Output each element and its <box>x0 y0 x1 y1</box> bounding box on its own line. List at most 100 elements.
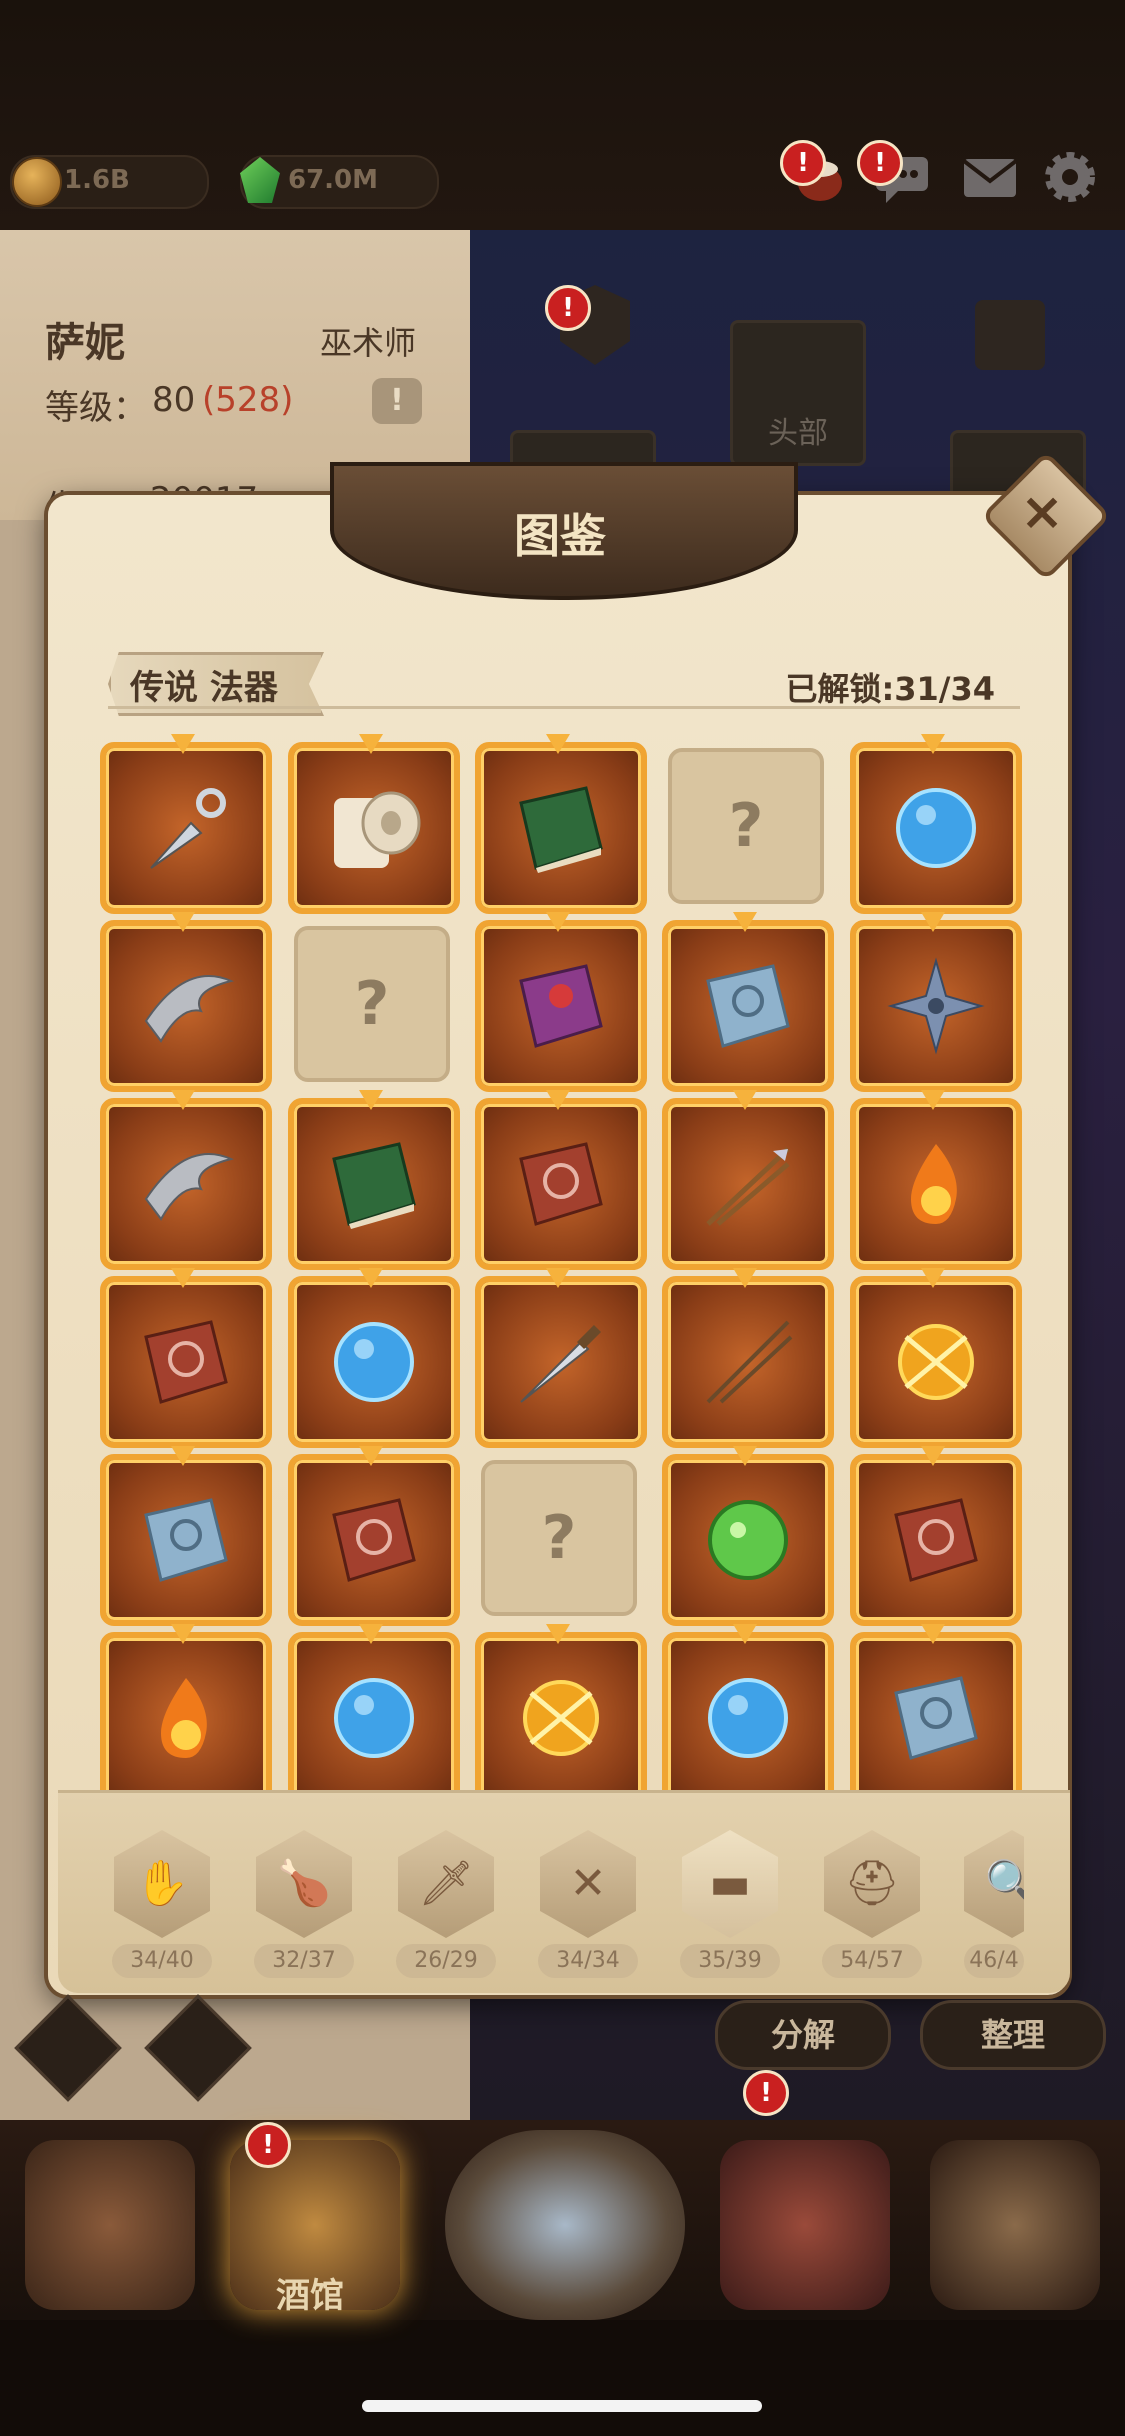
artifact-card[interactable] <box>850 742 1022 914</box>
ice-orb-icon <box>319 1307 429 1417</box>
heart-book-icon <box>506 951 616 1061</box>
tab-count: 32/37 <box>254 1944 354 1978</box>
artifact-card[interactable] <box>850 1276 1022 1448</box>
artifact-card[interactable] <box>662 1632 834 1790</box>
artifact-card[interactable] <box>100 1098 272 1270</box>
artifact-card[interactable] <box>475 742 647 914</box>
book-icon: ▬ <box>709 1858 751 1909</box>
category-tab[interactable]: ✋ 34/40 <box>112 1830 212 1978</box>
shuriken-icon <box>881 951 991 1061</box>
artifact-card[interactable] <box>100 1454 272 1626</box>
gold-amount: 1.6B <box>64 165 130 195</box>
gold-coin-icon <box>12 157 62 207</box>
close-icon[interactable]: × <box>1000 470 1084 554</box>
artifact-card[interactable] <box>288 1098 460 1270</box>
ice-orb-icon <box>693 1663 803 1773</box>
red-book-icon <box>131 1307 241 1417</box>
decompose-button[interactable]: 分解 <box>715 2000 891 2070</box>
locked-artifact-card[interactable]: ? <box>481 1460 637 1616</box>
nav-arena-icon[interactable] <box>720 2140 890 2310</box>
dagger-icon <box>506 1307 616 1417</box>
category-label: 传说 法器 <box>130 668 278 708</box>
shield-icon: ✕ <box>569 1858 607 1909</box>
chat-alert-badge: ! <box>857 140 903 186</box>
locked-artifact-card[interactable]: ? <box>668 748 824 904</box>
spears-icon <box>693 1307 803 1417</box>
organize-button[interactable]: 整理 <box>920 2000 1106 2070</box>
curved-blade-icon <box>131 1129 241 1239</box>
artifact-card[interactable] <box>850 1098 1022 1270</box>
artifact-card[interactable] <box>662 920 834 1092</box>
sword-icon: 🗡 <box>418 1858 474 1909</box>
locked-icon: ? <box>354 969 390 1039</box>
category-tab[interactable]: 🔍 46/4 <box>964 1830 1024 1978</box>
arrows-icon <box>693 1129 803 1239</box>
home-indicator <box>362 2400 762 2412</box>
artifact-card[interactable] <box>100 920 272 1092</box>
envelope-icon[interactable] <box>960 147 1020 207</box>
locked-icon: ? <box>541 1503 577 1573</box>
artifact-card[interactable] <box>288 1276 460 1448</box>
pot-alert-badge: ! <box>780 140 826 186</box>
unlock-progress: 已解锁:31/34 <box>785 670 995 708</box>
artifact-card[interactable] <box>850 920 1022 1092</box>
red-book-icon <box>319 1485 429 1595</box>
ice-orb-icon <box>881 773 991 883</box>
category-tab[interactable]: 🍗 32/37 <box>254 1830 354 1978</box>
character-name: 萨妮 <box>45 320 125 366</box>
artifact-card[interactable] <box>662 1454 834 1626</box>
artifact-card[interactable] <box>475 920 647 1092</box>
star-alert-badge: ! <box>545 285 591 331</box>
tavern-alert-badge: ! <box>245 2122 291 2168</box>
slime-icon <box>693 1485 803 1595</box>
level-extra: (528) <box>202 380 294 420</box>
tab-count: 46/4 <box>964 1944 1024 1978</box>
green-book-icon <box>319 1129 429 1239</box>
level-info-button[interactable]: ! <box>372 378 422 424</box>
nav-tavern-label: 酒馆 <box>276 2276 344 2316</box>
category-tab[interactable]: ⛑ 54/57 <box>822 1830 922 1978</box>
blue-book-icon <box>693 951 803 1061</box>
artifact-card[interactable] <box>475 1632 647 1790</box>
tab-count: 54/57 <box>822 1944 922 1978</box>
nav-town-icon[interactable] <box>25 2140 195 2310</box>
codex-title: 图鉴 <box>514 509 606 563</box>
club-icon: 🍗 <box>276 1858 332 1909</box>
artifact-card[interactable] <box>288 1632 460 1790</box>
artifact-card[interactable] <box>850 1632 1022 1790</box>
artifact-card[interactable] <box>100 742 272 914</box>
nav-adventure-icon[interactable] <box>445 2130 685 2320</box>
artifact-card[interactable] <box>475 1276 647 1448</box>
sun-orb-icon <box>881 1307 991 1417</box>
blue-book-icon <box>131 1485 241 1595</box>
locked-icon: ? <box>728 791 764 861</box>
artifact-card[interactable] <box>475 1098 647 1270</box>
tab-count: 35/39 <box>680 1944 780 1978</box>
sun-orb-icon <box>506 1663 616 1773</box>
tab-count: 26/29 <box>396 1944 496 1978</box>
artifact-card[interactable] <box>850 1454 1022 1626</box>
artifact-card[interactable] <box>288 742 460 914</box>
category-tab[interactable]: ✕ 34/34 <box>538 1830 638 1978</box>
category-tab[interactable]: ▬ 35/39 <box>680 1830 780 1978</box>
character-class: 巫术师 <box>320 324 417 362</box>
artifact-card[interactable] <box>662 1276 834 1448</box>
artifact-card[interactable] <box>100 1632 272 1790</box>
artifact-card[interactable] <box>662 1098 834 1270</box>
artifact-card[interactable] <box>288 1454 460 1626</box>
ice-orb-icon <box>319 1663 429 1773</box>
artifact-grid: ??? <box>100 730 1030 1790</box>
locked-artifact-card[interactable]: ? <box>294 926 450 1082</box>
gear-icon[interactable] <box>1040 147 1100 207</box>
bag-icon[interactable] <box>975 300 1045 370</box>
tab-count: 34/34 <box>538 1944 638 1978</box>
tab-count: 34/40 <box>112 1944 212 1978</box>
category-tab[interactable]: 🗡 26/29 <box>396 1830 496 1978</box>
nav-forge-icon[interactable] <box>930 2140 1100 2310</box>
level-value: 80 <box>152 380 196 420</box>
header-divider <box>108 706 1020 709</box>
helmet-icon: ⛑ <box>844 1858 900 1909</box>
arena-alert-badge: ! <box>743 2070 789 2116</box>
curved-blade-icon <box>131 951 241 1061</box>
artifact-card[interactable] <box>100 1276 272 1448</box>
